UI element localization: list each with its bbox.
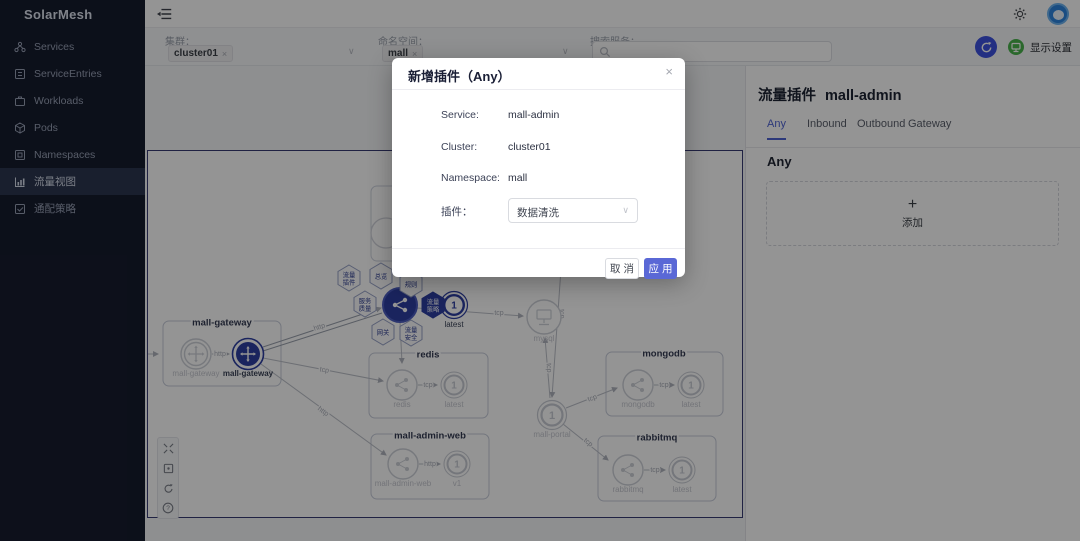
app-root: SolarMesh Services ServiceEntries Worklo… <box>0 0 1080 541</box>
apply-button[interactable]: 应 用 <box>644 258 677 279</box>
plugin-select[interactable]: 数据清洗 ∨ <box>508 198 638 223</box>
cluster-field-label: Cluster: <box>441 141 477 153</box>
modal-header: 新增插件（Any） × <box>392 58 685 90</box>
service-field-label: Service: <box>441 109 479 121</box>
service-field-value: mall-admin <box>508 109 559 121</box>
cluster-field-value: cluster01 <box>508 141 551 153</box>
cancel-button[interactable]: 取 消 <box>605 258 639 279</box>
namespace-field-label: Namespace: <box>441 172 500 184</box>
close-icon[interactable]: × <box>665 64 673 79</box>
modal-title: 新增插件（Any） <box>408 66 511 85</box>
modal-footer: 取 消 应 用 <box>392 248 685 277</box>
add-plugin-modal: 新增插件（Any） × Service: mall-admin Cluster:… <box>392 58 685 277</box>
namespace-field-value: mall <box>508 172 527 184</box>
plugin-chevron-down-icon: ∨ <box>622 205 629 216</box>
plugin-field-label: 插件： <box>441 204 473 219</box>
plugin-select-value: 数据清洗 <box>517 205 559 220</box>
